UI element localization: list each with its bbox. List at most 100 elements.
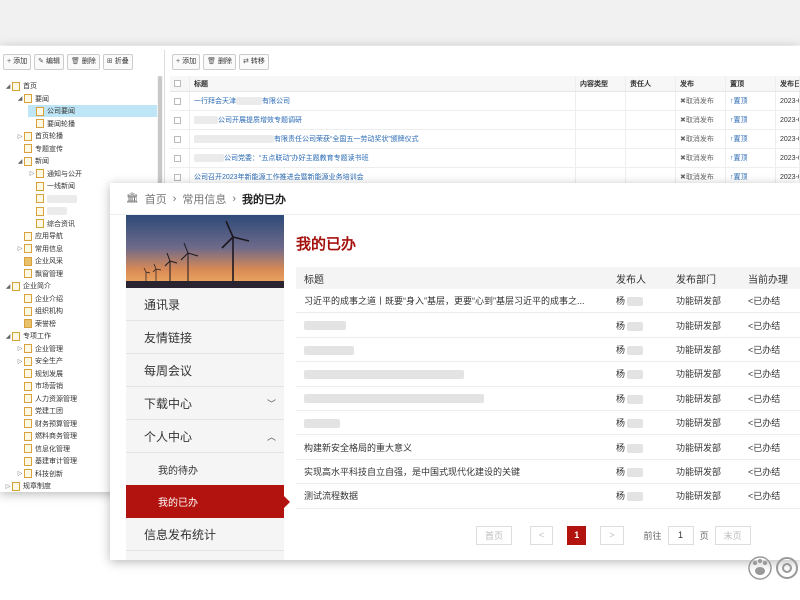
menu-item[interactable]: 我的待办 <box>126 453 284 486</box>
tree-node[interactable]: 应用导航 <box>16 230 63 242</box>
article-title-link[interactable]: 一行拜会天津 <box>194 96 236 106</box>
tree-node[interactable]: ◢ 新闻 <box>16 155 49 167</box>
tree-toggle-icon[interactable]: ◢ <box>16 158 24 165</box>
table-row[interactable]: 习近平的成事之道丨既要“身入”基层，更要“心到”基层习近平的成事之... 杨 功能研… <box>296 289 800 314</box>
tree-node[interactable]: 专题宣传 <box>16 143 63 155</box>
left-toolbar-button-0[interactable]: + 添加 <box>3 54 32 70</box>
article-title-link-part[interactable]: 有限公司 <box>262 96 290 106</box>
tree-node[interactable]: ▷ 常用信息 <box>16 243 63 255</box>
title-cell[interactable]: 测试流程数据 <box>296 489 616 502</box>
menu-item[interactable]: 下载中心 ﹀ <box>126 387 284 420</box>
title-cell[interactable]: 实现高水平科技自立自强，是中国式现代化建设的关键 <box>296 465 616 478</box>
article-title-link[interactable]: 公司召开2023年新能源工作推进会暨新能源业务培训会 <box>194 172 364 182</box>
tree-node[interactable]: ◢ 企业简介 <box>4 280 51 292</box>
pin-top-link[interactable]: ↑置顶 <box>730 134 748 144</box>
tree-node[interactable]: 企业介绍 <box>16 293 63 305</box>
tree-node[interactable]: 财务预算管理 <box>16 418 77 430</box>
select-all-checkbox[interactable] <box>174 80 181 87</box>
tree-toggle-icon[interactable]: ▷ <box>4 483 12 490</box>
title-cell[interactable] <box>296 344 616 355</box>
menu-item[interactable]: 通讯录 <box>126 288 284 321</box>
tree-toggle-icon[interactable]: ▷ <box>16 470 24 477</box>
breadcrumb-home[interactable]: 首页 <box>145 191 167 207</box>
pin-top-link[interactable]: ↑置顶 <box>730 115 748 125</box>
goto-page-input[interactable]: 1 <box>667 525 694 545</box>
tree-toggle-icon[interactable]: ▷ <box>16 345 24 352</box>
table-row[interactable]: 杨 功能研发部 <已办结 <box>296 411 800 436</box>
title-cell[interactable] <box>296 369 616 379</box>
table-row[interactable]: 构建新安全格局的重大意义 杨 功能研发部 <已办结 <box>296 435 800 460</box>
table-row[interactable]: 杨 功能研发部 <已办结 <box>296 362 800 387</box>
breadcrumb-section[interactable]: 常用信息 <box>182 191 226 207</box>
table-row[interactable]: 杨 功能研发部 <已办结 <box>296 387 800 411</box>
tree-toggle-icon[interactable]: ▷ <box>28 170 36 177</box>
table-row[interactable]: 杨 功能研发部 <已办结 <box>296 313 800 338</box>
unpublish-link[interactable]: ✖取消发布 <box>680 134 714 144</box>
row-checkbox[interactable] <box>174 135 181 143</box>
right-toolbar-button-2[interactable]: ⇄ 转移 <box>238 54 269 70</box>
tree-toggle-icon[interactable]: ▷ <box>16 358 24 365</box>
row-title[interactable]: 实现高水平科技自立自强，是中国式现代化建设的关键 <box>304 467 520 477</box>
menu-item[interactable]: 每周会议 <box>126 354 284 387</box>
title-cell[interactable]: 构建新安全格局的重大意义 <box>296 441 616 454</box>
tree-node[interactable]: 综合资讯 <box>28 218 75 230</box>
right-toolbar-button-0[interactable]: + 添加 <box>172 54 201 70</box>
title-cell[interactable] <box>296 393 616 404</box>
tree-node[interactable]: ▷ 科技创新 <box>16 468 63 480</box>
menu-item[interactable]: 我的已办 <box>126 485 290 518</box>
tree-node[interactable]: ▷ 首页轮播 <box>16 130 63 142</box>
row-checkbox[interactable] <box>174 154 181 162</box>
row-title[interactable]: 习近平的成事之道丨既要“身入”基层，更要“心到”基层习近平的成事之... <box>304 296 585 306</box>
unpublish-link[interactable]: ✖取消发布 <box>680 153 714 163</box>
grid-row[interactable]: 有限责任公司荣获“全国五一劳动奖状”颁牌仪式 ✖取消发布 ↑置顶 2023-0 <box>170 130 800 149</box>
grid-header-cell[interactable]: 发布 <box>676 76 726 91</box>
current-page[interactable]: 1 <box>567 525 587 545</box>
tree-node[interactable] <box>28 205 67 217</box>
row-title[interactable]: 测试流程数据 <box>304 491 358 501</box>
article-title-link-part[interactable]: 有限责任公司荣获“全国五一劳动奖状”颁牌仪式 <box>274 134 419 144</box>
last-page-button[interactable]: 末页 <box>714 525 751 545</box>
unpublish-link[interactable]: ✖取消发布 <box>680 96 714 106</box>
title-cell[interactable]: 习近平的成事之道丨既要“身入”基层，更要“心到”基层习近平的成事之... <box>296 294 616 307</box>
tree-node[interactable]: 企业风采 <box>16 255 63 267</box>
title-cell[interactable] <box>296 418 616 428</box>
grid-header-cell[interactable]: 发布日期 <box>776 76 800 91</box>
grid-row[interactable]: 公司党委：“五点联动”办好主题教育专题读书班 ✖取消发布 ↑置顶 2023-0 <box>170 149 800 168</box>
article-title-link-part[interactable]: 公司党委：“五点联动”办好主题教育专题读书班 <box>224 153 369 163</box>
unpublish-link[interactable]: ✖取消发布 <box>680 115 714 125</box>
row-checkbox[interactable] <box>174 173 181 181</box>
left-toolbar-button-3[interactable]: ⊞ 折叠 <box>102 54 133 70</box>
tree-node[interactable]: 飘窗管理 <box>16 268 63 280</box>
tree-node[interactable]: 公司要闻 <box>28 105 157 117</box>
grid-header-cell[interactable]: 置顶 <box>726 76 776 91</box>
grid-header-cell[interactable]: 责任人 <box>626 76 676 91</box>
tree-node[interactable]: ◢ 专项工作 <box>4 330 51 342</box>
tree-node[interactable] <box>28 193 77 205</box>
row-title[interactable]: 构建新安全格局的重大意义 <box>304 443 412 453</box>
pin-top-link[interactable]: ↑置顶 <box>730 153 748 163</box>
title-cell[interactable] <box>296 320 616 331</box>
row-checkbox[interactable] <box>174 116 181 124</box>
tree-toggle-icon[interactable]: ◢ <box>4 333 12 340</box>
left-toolbar-button-1[interactable]: ✎ 编辑 <box>34 54 64 70</box>
tree-toggle-icon[interactable]: ▷ <box>16 245 24 252</box>
tree-node[interactable]: ▷ 通知与公开 <box>28 168 82 180</box>
tree-node[interactable]: 市场营销 <box>16 380 63 392</box>
grid-row[interactable]: 一行拜会天津 有限公司 ✖取消发布 ↑置顶 2023-0 <box>170 92 800 111</box>
tree-node[interactable]: 人力资源管理 <box>16 393 77 405</box>
grid-row[interactable]: 公司开展提质增效专题调研 ✖取消发布 ↑置顶 2023-0 <box>170 111 800 130</box>
grid-header-cell[interactable]: 内容类型 <box>576 76 626 91</box>
chevron-down-icon[interactable]: ﹀ <box>267 397 276 410</box>
pin-top-link[interactable]: ↑置顶 <box>730 172 748 182</box>
tree-toggle-icon[interactable]: ◢ <box>4 283 12 290</box>
unpublish-link[interactable]: ✖取消发布 <box>680 172 714 182</box>
article-title-link-part[interactable]: 公司开展提质增效专题调研 <box>218 115 302 125</box>
chevron-up-icon[interactable]: ︿ <box>267 430 276 443</box>
grid-header-cell[interactable]: 标题 <box>190 76 576 91</box>
tree-node[interactable]: 要闻轮播 <box>28 118 75 130</box>
table-row[interactable]: 杨 功能研发部 <已办结 <box>296 338 800 363</box>
tree-node[interactable]: ▷ 企业管理 <box>16 343 63 355</box>
menu-item[interactable]: 个人中心 ︿ <box>126 420 284 453</box>
tree-node[interactable]: ◢ 首页 <box>4 80 37 92</box>
tree-toggle-icon[interactable]: ◢ <box>4 83 12 90</box>
